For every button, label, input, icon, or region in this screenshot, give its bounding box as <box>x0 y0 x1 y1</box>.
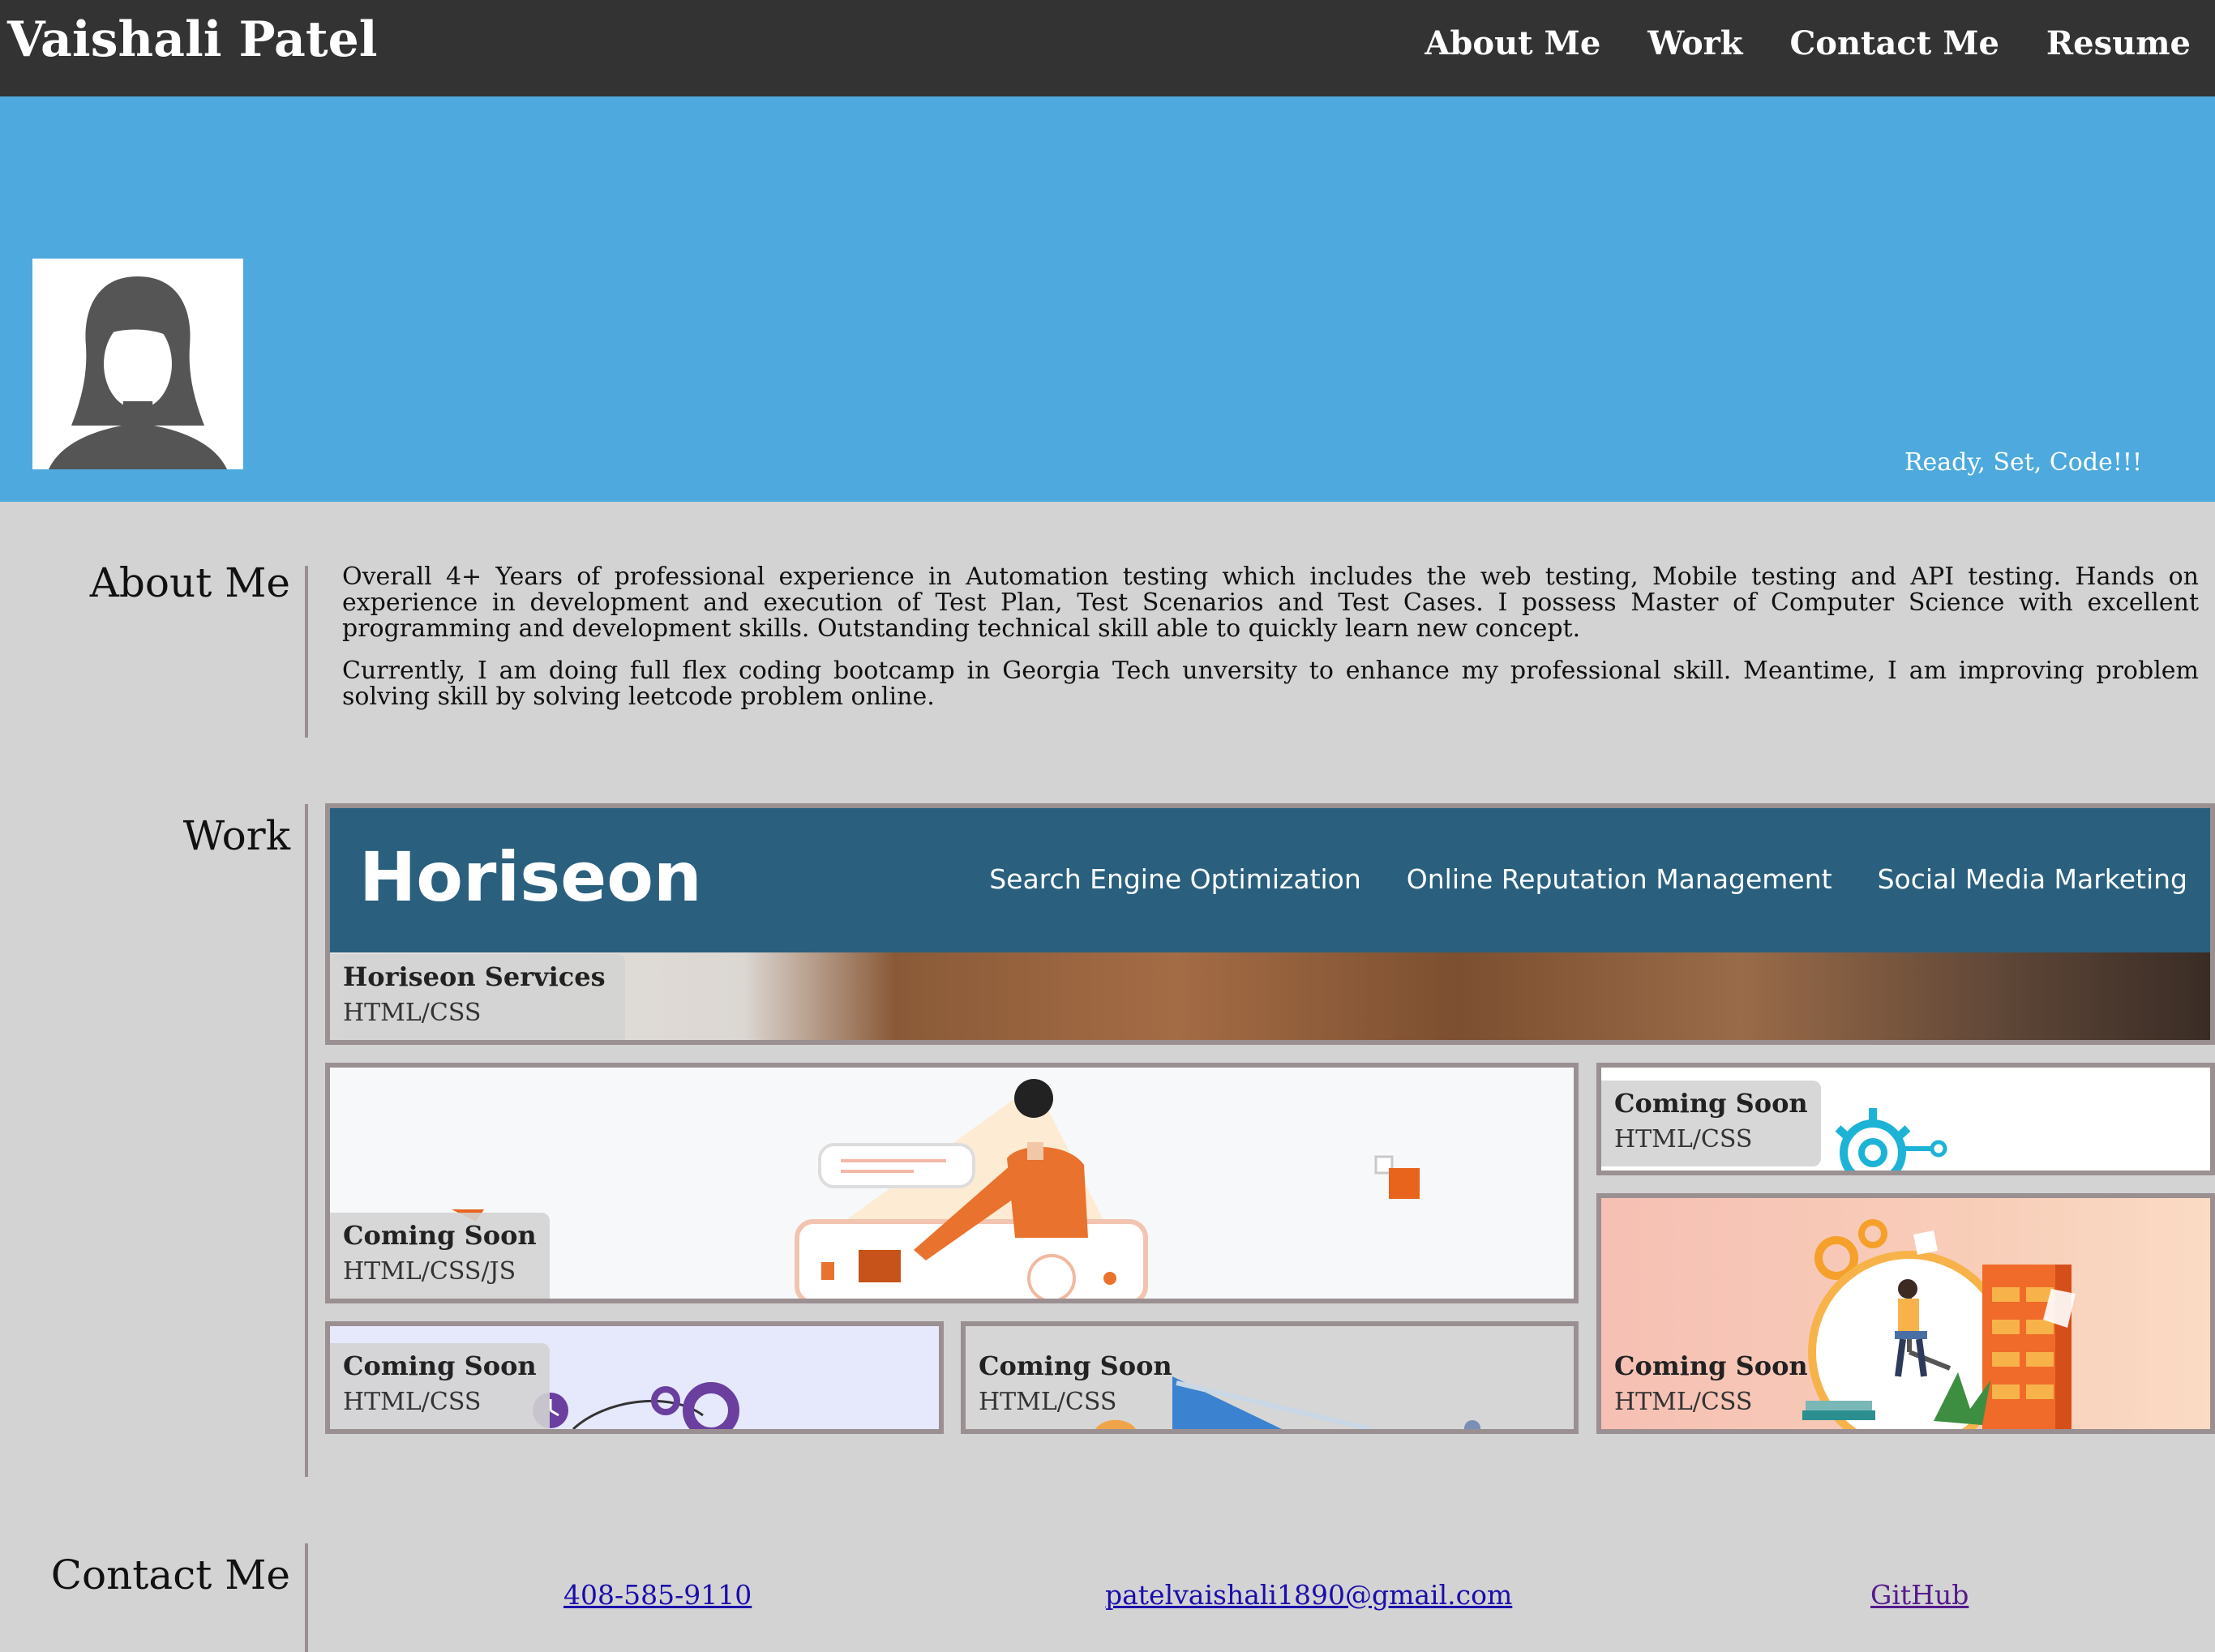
hero-tagline: Ready, Set, Code!!! <box>1904 448 2142 477</box>
top-nav-bar: Vaishali Patel About Me Work Contact Me … <box>0 0 2215 96</box>
horiseon-nav-item: Social Media Marketing <box>1877 863 2187 895</box>
about-paragraph-1: Overall 4+ Years of professional experie… <box>342 563 2199 643</box>
project-card-4[interactable]: Coming Soon HTML/CSS <box>325 1321 944 1434</box>
project-title: Coming Soon <box>979 1350 1172 1381</box>
about-text: Overall 4+ Years of professional experie… <box>342 564 2199 726</box>
nav-work[interactable]: Work <box>1647 24 1742 62</box>
contact-section-title: Contact Me <box>50 1551 290 1599</box>
project-tech: HTML/CSS/JS <box>343 1257 516 1286</box>
project-title: Coming Soon <box>343 1350 537 1381</box>
horiseon-screenshot-header: Horiseon Search Engine Optimization Onli… <box>330 808 2210 952</box>
project-card-horiseon[interactable]: Horiseon Search Engine Optimization Onli… <box>325 803 2215 1045</box>
nav-resume[interactable]: Resume <box>2046 24 2191 62</box>
site-brand[interactable]: Vaishali Patel <box>7 11 378 68</box>
project-card-5[interactable]: Coming Soon HTML/CSS <box>961 1321 1579 1434</box>
horiseon-nav: Search Engine Optimization Online Reputa… <box>989 863 2187 895</box>
project-tech: HTML/CSS <box>1614 1125 1753 1153</box>
horiseon-nav-item: Search Engine Optimization <box>989 863 1361 895</box>
hero-banner: Ready, Set, Code!!! <box>0 96 2215 502</box>
project-card-2[interactable]: Coming Soon HTML/CSS <box>1596 1063 2215 1175</box>
about-section-title: About Me <box>89 559 290 606</box>
project-label: Coming Soon HTML/CSS <box>1601 1343 1821 1429</box>
project-label: Horiseon Services HTML/CSS <box>330 954 625 1040</box>
project-card-3[interactable]: Coming Soon HTML/CSS <box>1596 1193 2215 1434</box>
female-avatar-placeholder-icon <box>32 259 243 469</box>
project-tech: HTML/CSS <box>1614 1388 1753 1416</box>
horiseon-logo: Horiseon <box>359 837 702 917</box>
about-divider <box>305 566 308 738</box>
project-label: Coming Soon HTML/CSS <box>1601 1081 1821 1166</box>
main-nav: About Me Work Contact Me Resume <box>1425 24 2191 62</box>
horiseon-nav-item: Online Reputation Management <box>1406 863 1832 895</box>
project-title: Coming Soon <box>1614 1088 1808 1119</box>
project-title: Horiseon Services <box>343 961 606 992</box>
project-card-1[interactable]: Coming Soon HTML/CSS/JS <box>325 1063 1579 1303</box>
project-title: Coming Soon <box>343 1220 537 1251</box>
project-label: Coming Soon HTML/CSS/JS <box>330 1213 550 1299</box>
phone-link[interactable]: 408-585-9110 <box>563 1579 752 1611</box>
project-tech: HTML/CSS <box>979 1388 1117 1416</box>
project-tech: HTML/CSS <box>343 1388 482 1416</box>
project-tech: HTML/CSS <box>343 999 482 1027</box>
work-section-title: Work <box>182 812 290 859</box>
work-divider <box>305 804 308 1477</box>
nav-about-me[interactable]: About Me <box>1425 24 1600 62</box>
github-link[interactable]: GitHub <box>1870 1579 1969 1611</box>
project-title: Coming Soon <box>1614 1350 1808 1381</box>
nav-contact-me[interactable]: Contact Me <box>1789 24 1999 62</box>
contact-divider <box>305 1543 308 1652</box>
project-label: Coming Soon HTML/CSS <box>330 1343 550 1429</box>
project-label: Coming Soon HTML/CSS <box>966 1343 1185 1429</box>
about-paragraph-2: Currently, I am doing full flex coding b… <box>342 657 2199 711</box>
email-link[interactable]: patelvaishali1890@gmail.com <box>1105 1579 1512 1611</box>
